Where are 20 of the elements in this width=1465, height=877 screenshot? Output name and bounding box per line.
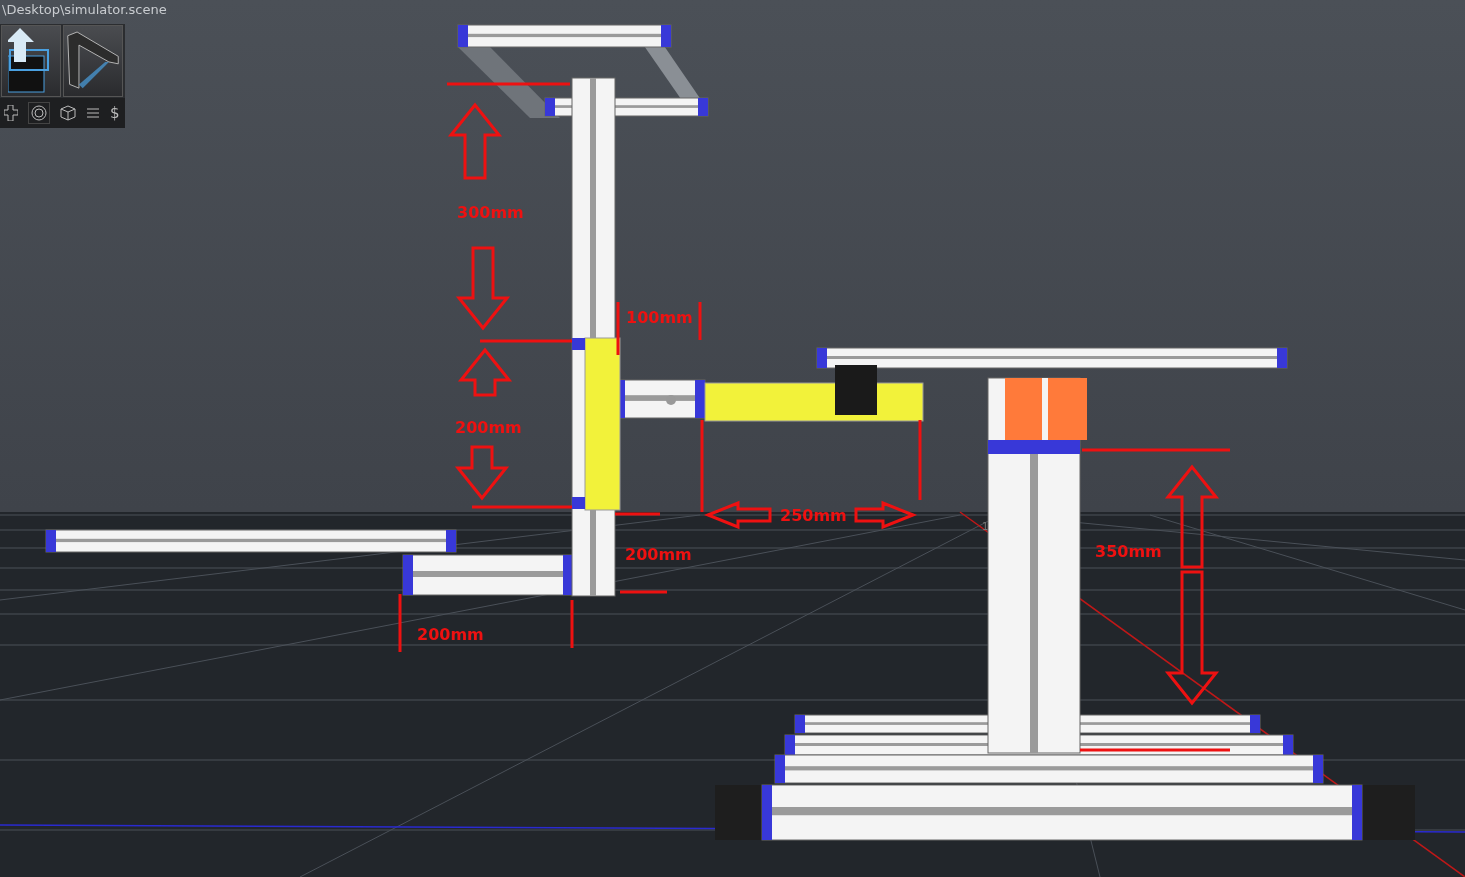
plus-icon[interactable] — [4, 105, 18, 121]
cube-icon[interactable] — [60, 105, 76, 121]
profile-tool-button[interactable] — [63, 25, 123, 97]
dimension-arrow — [703, 500, 772, 530]
dimension-arrow — [454, 445, 510, 501]
dimension-label: 200mm — [417, 625, 484, 644]
currency-button[interactable]: $ — [110, 104, 120, 122]
axis-label: 1 — [982, 521, 989, 532]
dimension-label: 100mm — [626, 308, 693, 327]
dimension-arrow — [854, 500, 918, 530]
extrude-tool-button[interactable] — [1, 25, 61, 97]
menu-icon[interactable] — [86, 107, 100, 119]
dimension-label: 300mm — [457, 203, 524, 222]
dimension-label: 250mm — [780, 506, 847, 525]
ring-icon[interactable] — [28, 102, 50, 124]
dimension-label: 350mm — [1095, 542, 1162, 561]
dimension-label: 200mm — [455, 418, 522, 437]
file-path: \Desktop\simulator.scene — [2, 2, 167, 17]
dimension-label: 200mm — [625, 545, 692, 564]
dimension-arrow — [457, 347, 513, 397]
